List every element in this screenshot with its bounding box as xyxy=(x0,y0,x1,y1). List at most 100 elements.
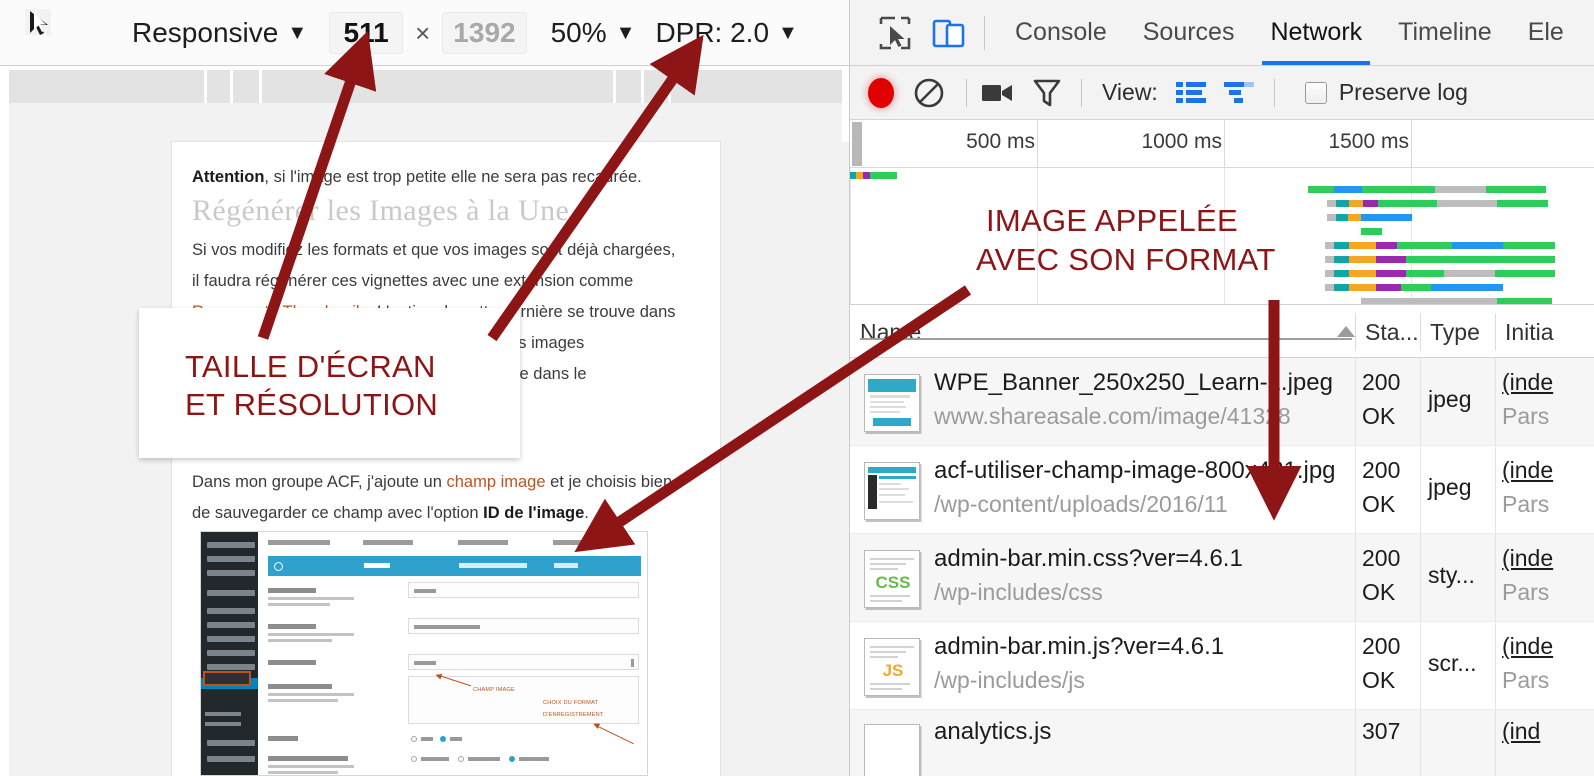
device-select-label[interactable]: Responsive xyxy=(132,17,278,49)
waterfall-segment xyxy=(1324,242,1335,249)
waterfall-bar xyxy=(1324,242,1555,249)
tab-network[interactable]: Network xyxy=(1252,0,1380,65)
table-row[interactable]: acf-utiliser-champ-image-800x421.jpg /wp… xyxy=(850,446,1594,534)
request-type: sty... xyxy=(1428,562,1475,588)
zoom-caret-icon[interactable]: ▼ xyxy=(616,22,636,45)
waterfall-segment xyxy=(1405,256,1504,263)
waterfall-segment xyxy=(1503,242,1555,249)
waterfall-segment xyxy=(1348,214,1361,221)
toolbar-divider-4 xyxy=(1273,78,1275,107)
toggle-device-toolbar-icon[interactable] xyxy=(926,10,972,56)
overview-tick-1500: 1500 ms xyxy=(1328,130,1409,153)
waterfall-segment xyxy=(1362,186,1436,193)
preserve-log-checkbox[interactable] xyxy=(1304,81,1327,104)
rendered-page: Attention, si l'image est trop petite el… xyxy=(172,142,720,776)
request-status: 200 xyxy=(1362,545,1401,571)
doc-paragraph-acf-2: de sauvegarder ce champ avec l'option ID… xyxy=(192,498,697,529)
request-initiator[interactable]: (inde xyxy=(1502,369,1553,396)
file-icon-css: CSS xyxy=(864,550,920,608)
column-header-type[interactable]: Type xyxy=(1420,306,1495,358)
viewport-ruler xyxy=(9,70,842,103)
waterfall-segment xyxy=(1349,284,1376,291)
viewport-width-input[interactable]: 511 xyxy=(329,12,404,54)
request-name[interactable]: analytics.js xyxy=(934,718,1051,746)
callout-text-line1: TAILLE D'ÉCRAN xyxy=(185,349,436,384)
acf-annotation-champ-image: CHAMP IMAGE xyxy=(473,687,515,693)
waterfall-segment xyxy=(1375,242,1398,249)
waterfall-bar xyxy=(1326,200,1549,207)
request-status-text: OK xyxy=(1362,403,1396,429)
request-path: /wp-includes/css xyxy=(934,579,1103,605)
attention-rest: , si l'image est trop petite elle ne ser… xyxy=(264,168,642,186)
view-list-icon[interactable] xyxy=(1175,80,1206,106)
waterfall-segment xyxy=(1497,200,1549,207)
waterfall-segment xyxy=(1401,284,1432,291)
table-row[interactable]: WPE_Banner_250x250_Learn-2.jpeg www.shar… xyxy=(850,358,1594,446)
request-initiator-sub: Pars xyxy=(1502,403,1550,429)
dpr-caret-icon[interactable]: ▼ xyxy=(778,22,798,45)
acf-text-b: et je choisis bien xyxy=(545,473,673,491)
waterfall-segment xyxy=(1324,270,1335,277)
capture-screenshots-icon[interactable] xyxy=(981,80,1015,106)
waterfall-segment xyxy=(1443,270,1495,277)
request-status: 200 xyxy=(1362,457,1401,483)
record-button[interactable] xyxy=(868,77,894,108)
inspect-element-icon[interactable] xyxy=(872,10,918,56)
dpr-label[interactable]: DPR: 2.0 xyxy=(655,17,769,49)
waterfall-segment xyxy=(1377,200,1438,207)
filter-icon[interactable] xyxy=(1033,78,1061,108)
table-row[interactable]: CSS admin-bar.min.css?ver=4.6.1 /wp-incl… xyxy=(850,534,1594,622)
request-initiator[interactable]: (inde xyxy=(1502,633,1553,660)
name-column-resizer[interactable] xyxy=(860,338,1352,340)
toolbar-divider xyxy=(984,15,985,50)
request-initiator[interactable]: (ind xyxy=(1502,718,1540,745)
waterfall-segment xyxy=(1349,242,1376,249)
waterfall-bar xyxy=(1307,186,1547,193)
request-initiator[interactable]: (inde xyxy=(1502,457,1553,484)
doc-paragraph-regen-2: il faudra régénérer ces vignettes avec u… xyxy=(192,272,634,290)
waterfall-segment xyxy=(1349,256,1376,263)
waterfall-bar xyxy=(1326,214,1412,221)
waterfall-segment xyxy=(1375,256,1406,263)
overview-scroll-thumb[interactable] xyxy=(852,122,862,166)
tab-console[interactable]: Console xyxy=(997,0,1125,65)
tab-sources[interactable]: Sources xyxy=(1125,0,1253,65)
column-header-initiator[interactable]: Initia xyxy=(1495,306,1594,358)
zoom-level-label[interactable]: 50% xyxy=(551,17,607,49)
toolbar-divider-2 xyxy=(966,78,967,107)
clear-button[interactable] xyxy=(912,76,946,110)
file-icon-image xyxy=(864,374,920,432)
waterfall-bar xyxy=(1360,228,1383,235)
device-select-caret-icon[interactable]: ▼ xyxy=(287,22,307,45)
waterfall-bar xyxy=(850,172,897,179)
request-path: www.shareasale.com/image/41328 xyxy=(934,403,1291,429)
acf-main-area: CHAMP IMAGE CHOIX DU FORMAT D'ENREGISTRE… xyxy=(258,532,647,775)
tab-elements[interactable]: Ele xyxy=(1510,0,1582,65)
view-waterfall-icon[interactable] xyxy=(1223,80,1254,106)
acf-text-c: de sauvegarder ce champ avec l'option xyxy=(192,504,484,522)
sort-ascending-icon[interactable] xyxy=(1337,326,1355,337)
waterfall-bar xyxy=(1324,284,1504,291)
file-icon-generic xyxy=(864,724,920,776)
request-type: jpeg xyxy=(1428,386,1472,412)
request-name[interactable]: acf-utiliser-champ-image-800x421.jpg xyxy=(934,457,1336,485)
waterfall-segment xyxy=(1326,214,1337,221)
waterfall-segment xyxy=(1360,214,1412,221)
cursor-icon[interactable] xyxy=(22,6,56,40)
request-name[interactable]: admin-bar.min.css?ver=4.6.1 xyxy=(934,545,1243,573)
acf-annotation-format-1: CHOIX DU FORMAT xyxy=(543,700,599,706)
champ-image-link[interactable]: champ image xyxy=(446,473,545,491)
request-name[interactable]: WPE_Banner_250x250_Learn-2.jpeg xyxy=(934,369,1333,397)
view-label: View: xyxy=(1102,79,1158,105)
tab-timeline[interactable]: Timeline xyxy=(1380,0,1510,65)
table-row[interactable]: JS admin-bar.min.js?ver=4.6.1 /wp-includ… xyxy=(850,622,1594,710)
column-header-name[interactable]: Name xyxy=(850,306,1355,358)
viewport-height-input[interactable]: 1392 xyxy=(442,12,527,54)
request-status: 307 xyxy=(1362,718,1401,744)
file-icon-image xyxy=(864,462,920,520)
request-name[interactable]: admin-bar.min.js?ver=4.6.1 xyxy=(934,633,1224,661)
request-initiator[interactable]: (inde xyxy=(1502,545,1553,572)
column-header-status[interactable]: Sta... xyxy=(1355,306,1420,358)
table-row[interactable]: analytics.js 307 (ind xyxy=(850,710,1594,776)
waterfall-segment xyxy=(1349,270,1376,277)
